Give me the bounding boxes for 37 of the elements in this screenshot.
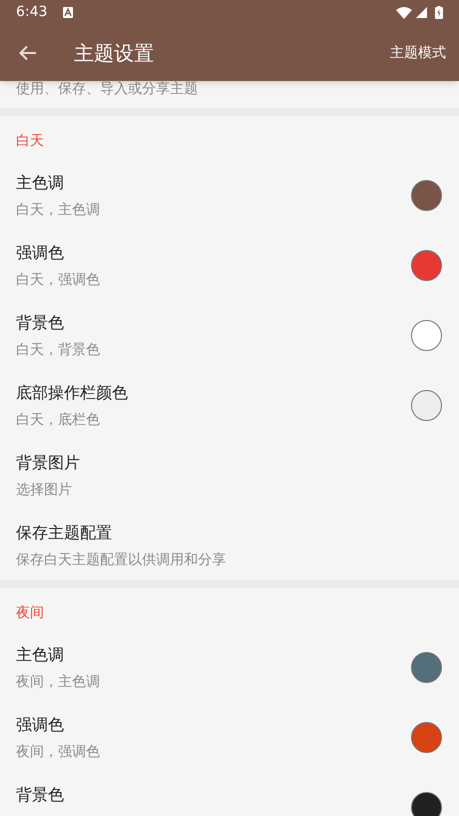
row-title: 背景色 [16,312,65,334]
row-subtitle: 白天，底栏色 [16,411,101,430]
status-time: 6:43 [16,3,48,22]
settings-row[interactable]: 主色调 白天，主色调 [0,160,459,230]
row-subtitle: 夜间，主色调 [16,673,101,692]
section-header: 白天 [16,132,44,151]
section-header: 夜间 [16,604,44,623]
signal-icon [416,7,427,18]
row-subtitle: 白天，强调色 [16,271,101,290]
row-subtitle: 夜间，强调色 [16,743,101,762]
row-title: 强调色 [16,242,65,264]
settings-row[interactable]: 背景色 [0,772,459,816]
row-title: 底部操作栏颜色 [16,382,129,404]
theme-mode-button[interactable]: 主题模式 [390,25,459,81]
battery-icon [435,6,443,19]
row-title: 主色调 [16,172,65,194]
toolbar-title: 主题设置 [74,40,155,67]
wifi-icon [396,6,412,18]
settings-row[interactable]: 背景图片 选择图片 [0,440,459,510]
notification-icon [63,7,74,18]
row-title: 主色调 [16,644,65,666]
row-subtitle: 保存白天主题配置以供调用和分享 [16,551,227,570]
row-title: 背景色 [16,784,65,806]
settings-row[interactable]: 保存主题配置 保存白天主题配置以供调用和分享 [0,510,459,580]
row-subtitle: 白天，主色调 [16,201,101,220]
row-title: 强调色 [16,714,65,736]
settings-row[interactable]: 主色调 夜间，主色调 [0,632,459,702]
row-subtitle: 使用、保存、导入或分享主题 [16,81,198,97]
row-title: 背景图片 [16,452,81,474]
row-title: 保存主题配置 [16,522,113,544]
back-arrow-icon [19,45,37,61]
row-subtitle: 白天，背景色 [16,341,101,360]
settings-row[interactable]: 强调色 白天，强调色 [0,230,459,300]
row-subtitle: 选择图片 [16,481,73,500]
settings-row[interactable]: 强调色 夜间，强调色 [0,702,459,772]
settings-row[interactable]: 底部操作栏颜色 白天，底栏色 [0,370,459,440]
settings-row[interactable]: 背景色 白天，背景色 [0,300,459,370]
